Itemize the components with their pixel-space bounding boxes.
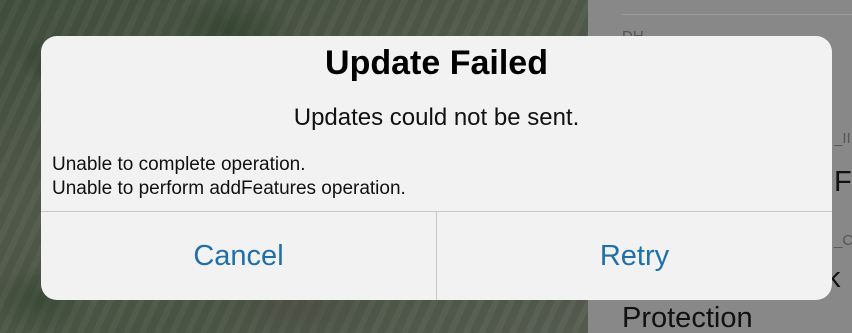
update-failed-alert: Update Failed Updates could not be sent.… xyxy=(41,36,832,300)
alert-detail-line: Unable to complete operation. xyxy=(52,154,306,175)
retry-button[interactable]: Retry xyxy=(437,212,832,300)
panel-value-mid: F xyxy=(834,166,852,198)
alert-message: Updates could not be sent. xyxy=(293,104,580,131)
cancel-button[interactable]: Cancel xyxy=(41,212,436,300)
alert-detail-line: Unable to perform addFeatures operation. xyxy=(52,178,406,199)
panel-label-low: _C xyxy=(834,232,852,249)
alert-detail: Unable to complete operation. Unable to … xyxy=(52,153,406,201)
panel-divider xyxy=(622,14,852,15)
panel-value-bottom: Protection xyxy=(622,302,753,333)
alert-title: Update Failed xyxy=(325,44,548,82)
panel-label-mid: _II xyxy=(834,130,851,147)
